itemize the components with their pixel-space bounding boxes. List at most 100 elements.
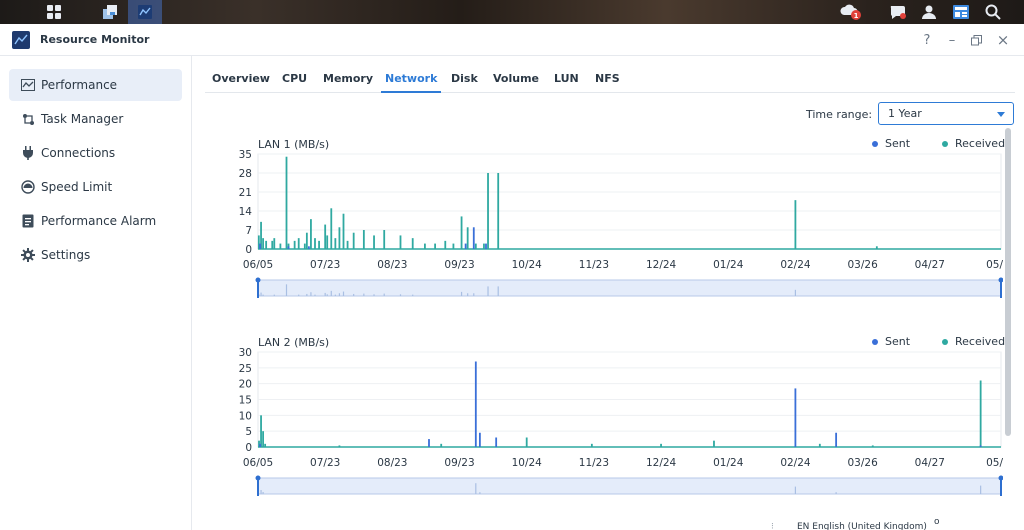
data-bar — [497, 173, 500, 249]
data-bar — [590, 443, 593, 447]
widgets-icon[interactable] — [944, 0, 978, 24]
restore-button[interactable] — [967, 31, 985, 49]
window-title-bar: Resource Monitor ? – × — [0, 24, 1024, 56]
data-bar — [271, 240, 274, 249]
data-bar — [352, 232, 355, 249]
data-bar — [346, 240, 349, 249]
x-tick-label: 03/26 — [848, 457, 879, 469]
x-tick-label: 10/24 — [512, 259, 543, 271]
data-bar — [383, 230, 386, 249]
sidebar-item-performance[interactable]: Performance — [9, 69, 182, 101]
navigator-bar — [342, 291, 345, 296]
sidebar-item-connections[interactable]: Connections — [9, 137, 182, 169]
navigator-bar — [399, 294, 402, 296]
data-bar — [287, 246, 290, 249]
sidebar-item-label: Settings — [41, 248, 91, 262]
x-tick-label: 07/23 — [310, 457, 340, 469]
navigator-bar — [353, 293, 355, 296]
tab-lun[interactable]: LUN — [554, 72, 579, 85]
sidebar-item-label: Connections — [41, 146, 116, 160]
x-tick-label: 06/05 — [243, 259, 273, 271]
data-bar — [330, 208, 333, 249]
footer-extra-glyph: o — [934, 517, 940, 527]
x-tick-label: 04/27 — [915, 457, 945, 469]
sidebar-item-settings[interactable]: Settings — [9, 239, 182, 271]
navigator-bar — [285, 284, 288, 296]
search-icon[interactable] — [976, 0, 1010, 24]
data-bar — [318, 240, 320, 249]
navigator-bar — [330, 290, 332, 296]
x-tick-label: 11/23 — [579, 259, 609, 271]
close-button[interactable]: × — [994, 31, 1012, 49]
data-bar — [326, 235, 329, 249]
data-bar — [338, 227, 341, 249]
navigator-bar — [310, 292, 312, 296]
chat-icon[interactable] — [881, 0, 915, 24]
sidebar-item-performance-alarm[interactable]: Performance Alarm — [9, 205, 182, 237]
data-bar — [305, 232, 308, 249]
data-bar — [460, 216, 463, 249]
notification-badge: 1 — [854, 12, 859, 20]
y-tick-label: 10 — [239, 410, 252, 422]
apps-grid-icon[interactable] — [37, 0, 71, 24]
data-bar — [314, 238, 316, 249]
x-tick-label: 02/24 — [780, 259, 811, 271]
y-tick-label: 21 — [239, 187, 252, 199]
x-tick-label: 12/24 — [646, 259, 677, 271]
data-bar — [342, 213, 345, 249]
gear-icon — [21, 248, 35, 262]
tab-nfs[interactable]: NFS — [595, 72, 620, 85]
data-bar — [875, 246, 878, 249]
language-selector[interactable]: EN English (United Kingdom) — [797, 522, 927, 530]
tab-memory[interactable]: Memory — [323, 72, 373, 85]
navigator-bar — [306, 293, 308, 296]
data-bar — [264, 443, 267, 447]
data-bar — [307, 246, 310, 249]
x-tick-label: 05/ — [986, 259, 1003, 271]
x-tick-label: 10/24 — [512, 457, 543, 469]
minimize-button[interactable]: – — [943, 31, 961, 49]
navigator-bar — [794, 289, 797, 296]
help-button[interactable]: ? — [918, 31, 936, 49]
y-tick-label: 30 — [239, 347, 252, 359]
data-bar — [871, 445, 874, 447]
data-bar — [440, 443, 443, 447]
data-bar — [262, 238, 264, 249]
user-icon[interactable] — [912, 0, 946, 24]
speedometer-icon — [21, 180, 35, 194]
y-tick-label: 15 — [239, 395, 252, 407]
sidebar-item-speed-limit[interactable]: Speed Limit — [9, 171, 182, 203]
tab-bar: Overview CPU Memory Network Disk Volume … — [205, 66, 1015, 93]
notification-cloud-icon[interactable]: 1 — [834, 0, 868, 24]
data-bar — [452, 243, 455, 249]
resource-monitor-icon[interactable] — [128, 0, 162, 24]
data-bar — [259, 243, 261, 249]
y-tick-label: 14 — [239, 206, 253, 218]
data-bar — [297, 238, 300, 249]
package-center-icon[interactable] — [93, 0, 127, 24]
tab-disk[interactable]: Disk — [451, 72, 478, 85]
data-bar — [285, 156, 288, 249]
data-bar — [478, 432, 481, 447]
time-range-select[interactable]: 1 Year — [878, 102, 1014, 125]
data-bar — [818, 443, 821, 447]
x-tick-label: 01/24 — [713, 259, 744, 271]
navigator-bar — [373, 294, 375, 296]
vertical-scrollbar[interactable] — [1005, 128, 1011, 436]
sidebar-item-task-manager[interactable]: Task Manager — [9, 103, 182, 135]
lan1-chart: LAN 1 (MB/s) Sent Received 0 7 14 21 28 35 06/… — [213, 136, 1005, 302]
data-bar — [262, 431, 264, 447]
tab-volume[interactable]: Volume — [493, 72, 539, 85]
tab-overview[interactable]: Overview — [212, 72, 270, 85]
data-bar — [474, 243, 477, 249]
y-tick-label: 20 — [239, 379, 252, 391]
tab-cpu[interactable]: CPU — [282, 72, 307, 85]
x-tick-label: 08/23 — [377, 259, 407, 271]
data-bar — [466, 227, 469, 249]
desktop-taskbar: 1 — [0, 0, 1024, 24]
x-tick-label: 05/ — [986, 457, 1003, 469]
data-bar — [428, 439, 430, 447]
tab-network[interactable]: Network — [385, 72, 437, 85]
data-bar — [373, 235, 375, 249]
sidebar: Performance Task Manager Connections Spe… — [0, 56, 192, 530]
